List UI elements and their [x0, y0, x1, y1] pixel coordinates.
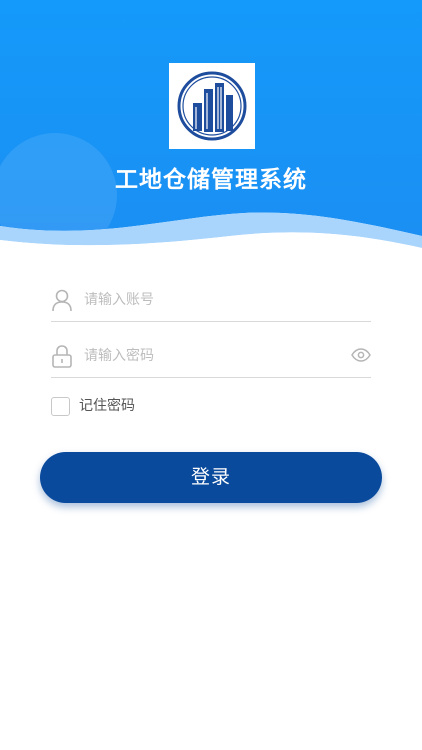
- password-field[interactable]: [51, 341, 371, 378]
- user-icon: [51, 288, 73, 312]
- lock-icon: [51, 344, 73, 368]
- eye-icon[interactable]: [351, 347, 371, 363]
- login-button[interactable]: 登录: [40, 452, 382, 503]
- app-logo: [169, 63, 255, 149]
- password-input[interactable]: [84, 343, 344, 369]
- account-input[interactable]: [84, 287, 344, 313]
- building-logo-icon: [177, 71, 247, 141]
- app-title: 工地仓储管理系统: [115, 167, 307, 193]
- account-field[interactable]: [51, 285, 371, 322]
- remember-checkbox[interactable]: [51, 397, 70, 416]
- header-banner: 工地仓储管理系统: [0, 0, 422, 270]
- remember-label: 记住密码: [79, 398, 135, 414]
